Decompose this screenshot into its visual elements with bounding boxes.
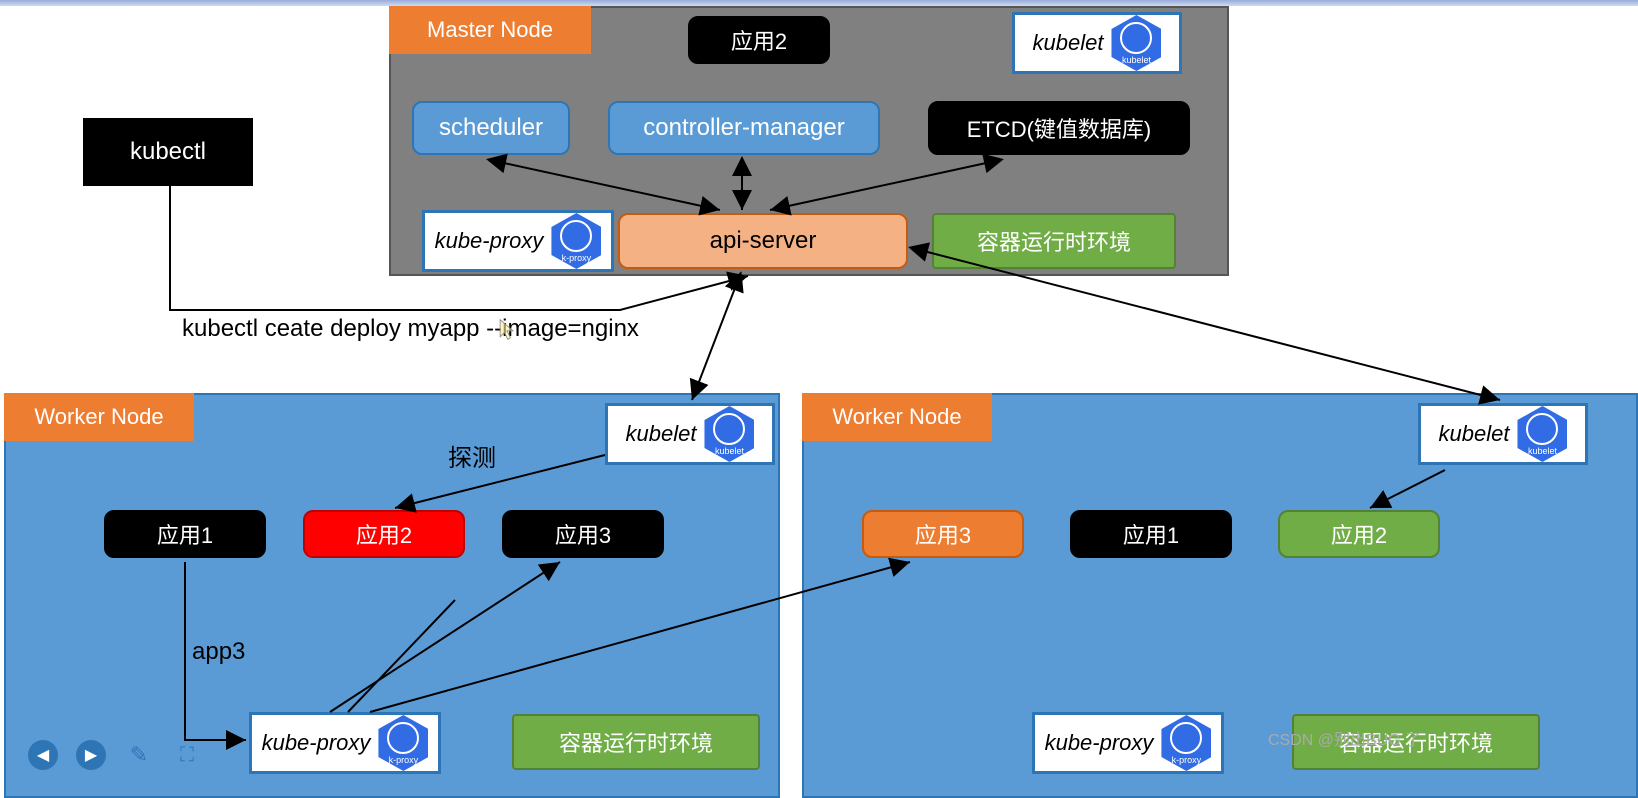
kubelet-icon: kubelet: [704, 406, 754, 462]
kubelet-icon: kubelet: [1111, 15, 1161, 71]
worker1-app2: 应用2: [303, 510, 465, 558]
worker1-kubelet: kubelet kubelet: [605, 403, 775, 465]
master-kubelet: kubelet kubelet: [1012, 12, 1182, 74]
worker1-app1: 应用1: [104, 510, 266, 558]
kproxy-icon: k-proxy: [1161, 715, 1211, 771]
master-app2: 应用2: [688, 16, 830, 64]
worker1-kubelet-label: kubelet: [626, 421, 697, 447]
master-kube-proxy: kube-proxy k-proxy: [422, 210, 614, 272]
worker1-kube-proxy: kube-proxy k-proxy: [249, 712, 441, 774]
probe-text: 探测: [448, 438, 496, 473]
kubectl-command-text: kubectl ceate deploy myapp --image=nginx: [182, 315, 639, 343]
worker1-kubeproxy-label: kube-proxy: [262, 730, 371, 756]
scheduler-box: scheduler: [412, 101, 570, 155]
worker2-app1: 应用1: [1070, 510, 1232, 558]
master-kubelet-label: kubelet: [1033, 30, 1104, 56]
kproxy-icon: k-proxy: [551, 213, 601, 269]
worker2-title: Worker Node: [802, 393, 992, 441]
worker1-runtime: 容器运行时环境: [512, 714, 760, 770]
app3-label: app3: [192, 638, 245, 666]
worker2-kubeproxy-label: kube-proxy: [1045, 730, 1154, 756]
kproxy-icon: k-proxy: [378, 715, 428, 771]
kubectl-box: kubectl: [83, 118, 253, 186]
fullscreen-icon[interactable]: ⛶: [172, 740, 202, 770]
play-icon[interactable]: ▶: [76, 740, 106, 770]
worker2-app3: 应用3: [862, 510, 1024, 558]
watermark-text: CSDN @别出BUG 了: [1268, 726, 1421, 750]
kubelet-icon: kubelet: [1517, 406, 1567, 462]
worker2-app2: 应用2: [1278, 510, 1440, 558]
master-kubeproxy-label: kube-proxy: [435, 228, 544, 254]
worker2-kubelet-label: kubelet: [1439, 421, 1510, 447]
worker2-kubelet: kubelet kubelet: [1418, 403, 1588, 465]
controller-manager-box: controller-manager: [608, 101, 880, 155]
worker1-app3: 应用3: [502, 510, 664, 558]
etcd-box: ETCD(键值数据库): [928, 101, 1190, 155]
master-runtime-box: 容器运行时环境: [932, 213, 1176, 269]
master-node-title: Master Node: [389, 6, 591, 54]
worker1-title: Worker Node: [4, 393, 194, 441]
prev-icon[interactable]: ◀: [28, 740, 58, 770]
edit-icon[interactable]: ✎: [124, 740, 154, 770]
worker2-kube-proxy: kube-proxy k-proxy: [1032, 712, 1224, 774]
api-server-box: api-server: [618, 213, 908, 269]
